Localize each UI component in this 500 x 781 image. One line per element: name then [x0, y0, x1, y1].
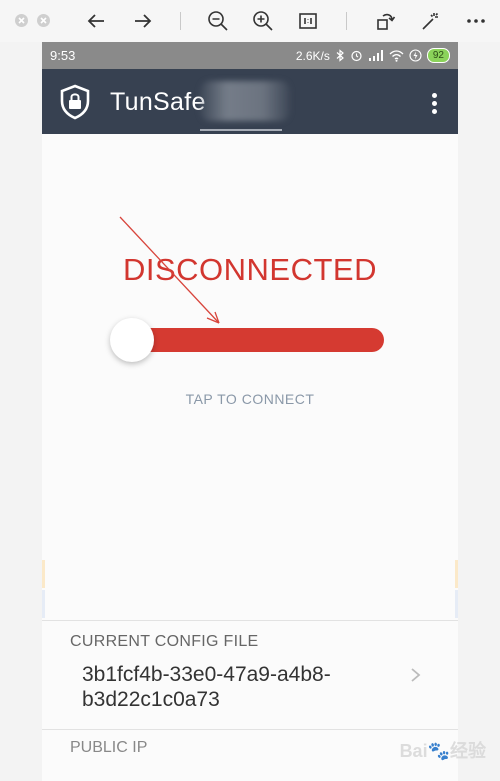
minimize-icon[interactable]: [37, 14, 50, 27]
app-title: TunSafe: [110, 88, 206, 116]
phone-screen: 9:53 2.6K/s 92 TunSafe DISCONNECTED TAP …: [42, 42, 458, 781]
back-icon[interactable]: [86, 10, 108, 32]
toggle-knob[interactable]: [110, 318, 154, 362]
edge-mark: [455, 590, 458, 618]
edge-mark: [42, 560, 45, 588]
zoom-in-icon[interactable]: [252, 10, 274, 32]
network-speed: 2.6K/s: [295, 48, 330, 63]
battery-badge: 92: [426, 48, 450, 63]
tap-to-connect-hint[interactable]: TAP TO CONNECT: [42, 391, 458, 407]
divider: [42, 620, 458, 621]
watermark-logo: Bai🐾经验: [399, 741, 486, 761]
overflow-menu-icon[interactable]: [432, 93, 438, 114]
status-time: 9:53: [50, 48, 76, 63]
edge-mark: [42, 590, 45, 618]
edge-mark: [455, 560, 458, 588]
connection-status: DISCONNECTED: [122, 252, 377, 287]
app-bar: TunSafe: [42, 69, 458, 134]
toolbar-separator: [346, 12, 347, 30]
config-value[interactable]: 3b1fcf4b-33e0-47a9-a4b8-b3d22c1c0a73: [82, 662, 382, 712]
divider: [42, 729, 458, 730]
config-label: CURRENT CONFIG FILE: [70, 633, 259, 650]
public-ip-label: PUBLIC IP: [70, 739, 148, 756]
more-icon[interactable]: [465, 10, 487, 32]
status-icons: 2.6K/s 92: [296, 48, 450, 63]
connect-toggle[interactable]: [110, 318, 384, 362]
alarm-icon: [351, 50, 362, 62]
actual-size-icon[interactable]: [297, 10, 319, 32]
signal-icon: [368, 49, 383, 61]
toggle-track[interactable]: [130, 328, 384, 352]
blurred-title-region: [200, 81, 290, 121]
zoom-out-icon[interactable]: [207, 10, 229, 32]
status-bar: 9:53 2.6K/s 92: [42, 42, 458, 69]
forward-icon[interactable]: [131, 10, 153, 32]
rotate-icon[interactable]: [374, 10, 396, 32]
magic-icon[interactable]: [419, 10, 441, 32]
viewer-toolbar: [0, 0, 500, 42]
close-icon[interactable]: [15, 14, 28, 27]
chevron-right-icon[interactable]: [408, 667, 422, 683]
toolbar-separator: [180, 12, 181, 30]
wifi-icon: [389, 49, 404, 62]
charging-icon: [409, 49, 422, 62]
title-underline: [200, 129, 282, 131]
bluetooth-icon: [336, 49, 344, 62]
shield-lock-icon: [60, 84, 90, 120]
